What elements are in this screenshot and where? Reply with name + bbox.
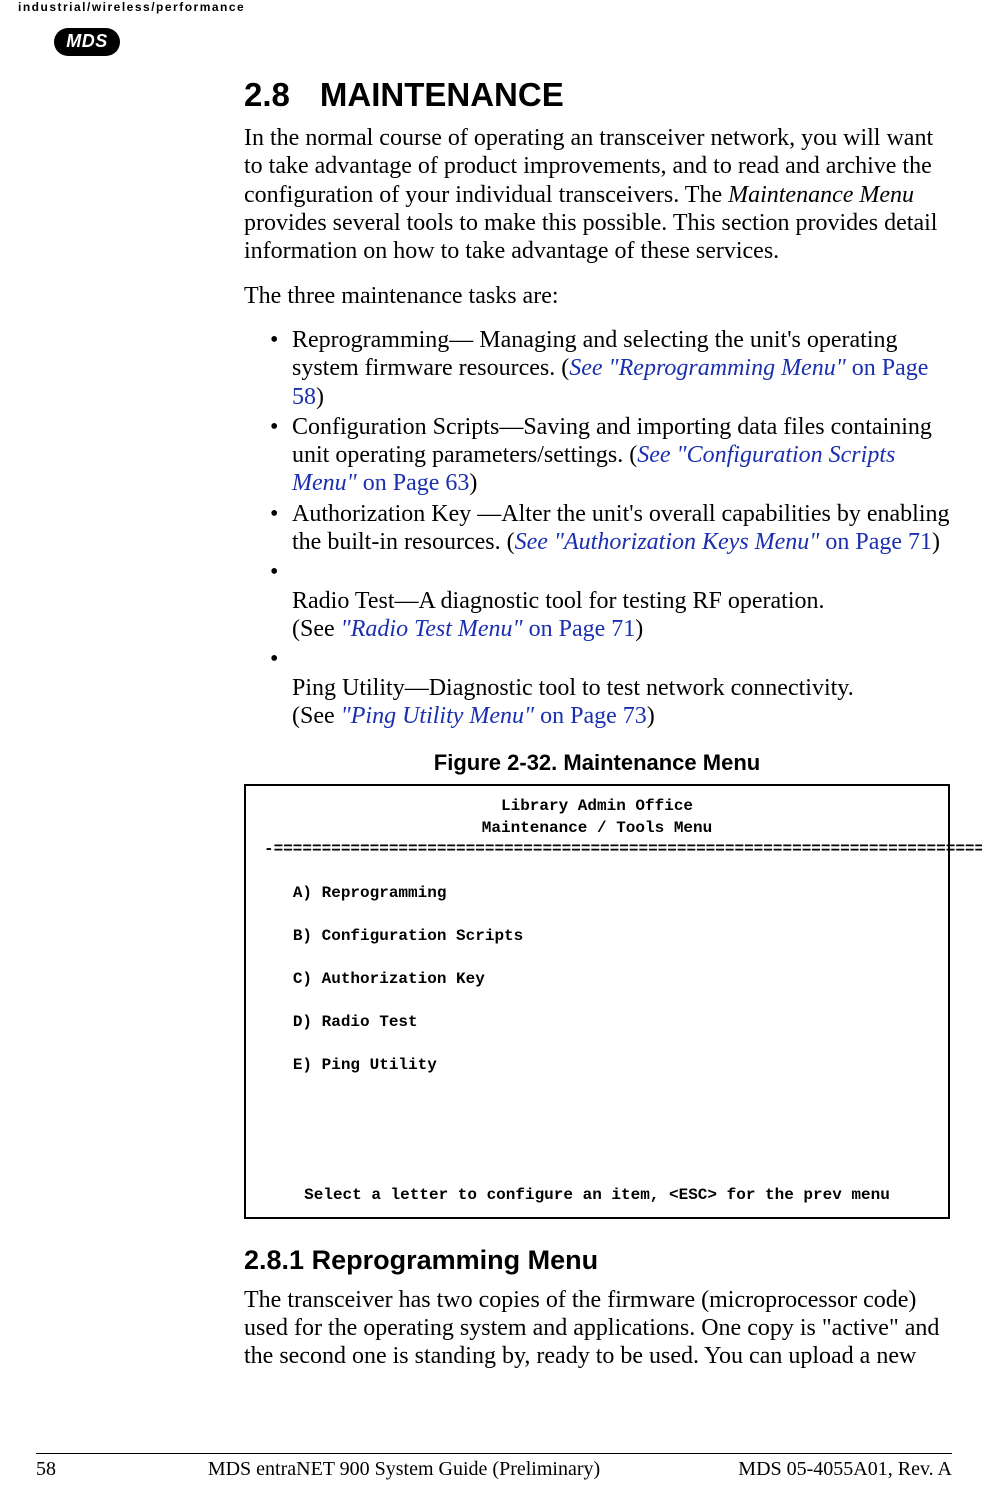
footer-doc-title: MDS entraNET 900 System Guide (Prelimina… — [116, 1458, 692, 1481]
task-ref-page[interactable]: on Page 63 — [357, 470, 470, 496]
logo-wrap: MDS — [54, 28, 120, 56]
task-auth-key: Authorization Key —Alter the unit's over… — [292, 500, 950, 557]
footer-doc-rev: MDS 05-4055A01, Rev. A — [692, 1458, 952, 1481]
terminal-item-d: D) Radio Test — [293, 1013, 418, 1031]
task-ref-link[interactable]: See "Authorization Keys Menu" — [515, 529, 820, 555]
task-close: ) — [316, 384, 324, 410]
task-reprogramming: Reprogramming— Managing and selecting th… — [292, 326, 950, 411]
task-ping-utility: Ping Utility—Diagnostic tool to test net… — [292, 645, 950, 730]
task-radio-test: Radio Test—A diagnostic tool for testing… — [292, 558, 950, 643]
section-heading: 2.8 MAINTENANCE — [244, 76, 950, 114]
terminal-item-c: C) Authorization Key — [293, 970, 485, 988]
intro-text-2: provides several tools to make this poss… — [244, 210, 937, 264]
task-ref-page[interactable]: on Page 73 — [534, 703, 647, 729]
terminal-item-a: A) Reprogramming — [293, 884, 447, 902]
section-title: MAINTENANCE — [320, 76, 564, 113]
figure-caption: Figure 2-32. Maintenance Menu — [244, 750, 950, 776]
main-content: 2.8 MAINTENANCE In the normal course of o… — [244, 60, 950, 1386]
terminal-prompt: Select a letter to configure an item, <E… — [264, 1185, 930, 1207]
task-close: ) — [647, 703, 655, 729]
task-config-scripts: Configuration Scripts—Saving and importi… — [292, 413, 950, 498]
task-ref-page[interactable]: on Page 71 — [819, 529, 932, 555]
header-tagline: industrial/wireless/performance — [18, 0, 245, 14]
terminal-item-e: E) Ping Utility — [293, 1056, 437, 1074]
footer-page-number: 58 — [36, 1458, 116, 1481]
subsection-title: Reprogramming Menu — [312, 1245, 599, 1275]
page-footer: 58 MDS entraNET 900 System Guide (Prelim… — [36, 1453, 952, 1481]
maintenance-menu-name: Maintenance Menu — [728, 182, 914, 208]
mds-logo: MDS — [54, 28, 120, 56]
task-close: ) — [469, 470, 477, 496]
task-close: ) — [635, 616, 643, 642]
document-page: industrial/wireless/performance MDS 2.8 M… — [0, 0, 982, 1505]
terminal-figure: Library Admin OfficeMaintenance / Tools … — [244, 784, 950, 1218]
task-ref-link[interactable]: See "Reprogramming Menu" — [569, 355, 846, 381]
task-ref-link[interactable]: "Ping Utility Menu" — [341, 703, 534, 729]
subsection-number: 2.8.1 — [244, 1245, 304, 1275]
subsection-heading: 2.8.1 Reprogramming Menu — [244, 1245, 950, 1276]
tasks-lead: The three maintenance tasks are: — [244, 282, 950, 310]
subsection-body: The transceiver has two copies of the fi… — [244, 1286, 950, 1371]
task-ref-page[interactable]: on Page 71 — [523, 616, 636, 642]
task-close: ) — [932, 529, 940, 555]
intro-paragraph: In the normal course of operating an tra… — [244, 124, 950, 266]
terminal-title-2: Maintenance / Tools Menu — [264, 818, 930, 840]
task-ref-link[interactable]: "Radio Test Menu" — [341, 616, 523, 642]
terminal-item-b: B) Configuration Scripts — [293, 927, 523, 945]
terminal-rule: -=======================================… — [264, 839, 930, 861]
tasks-list: Reprogramming— Managing and selecting th… — [244, 326, 950, 730]
terminal-title-1: Library Admin Office — [264, 796, 930, 818]
section-number: 2.8 — [244, 76, 290, 114]
